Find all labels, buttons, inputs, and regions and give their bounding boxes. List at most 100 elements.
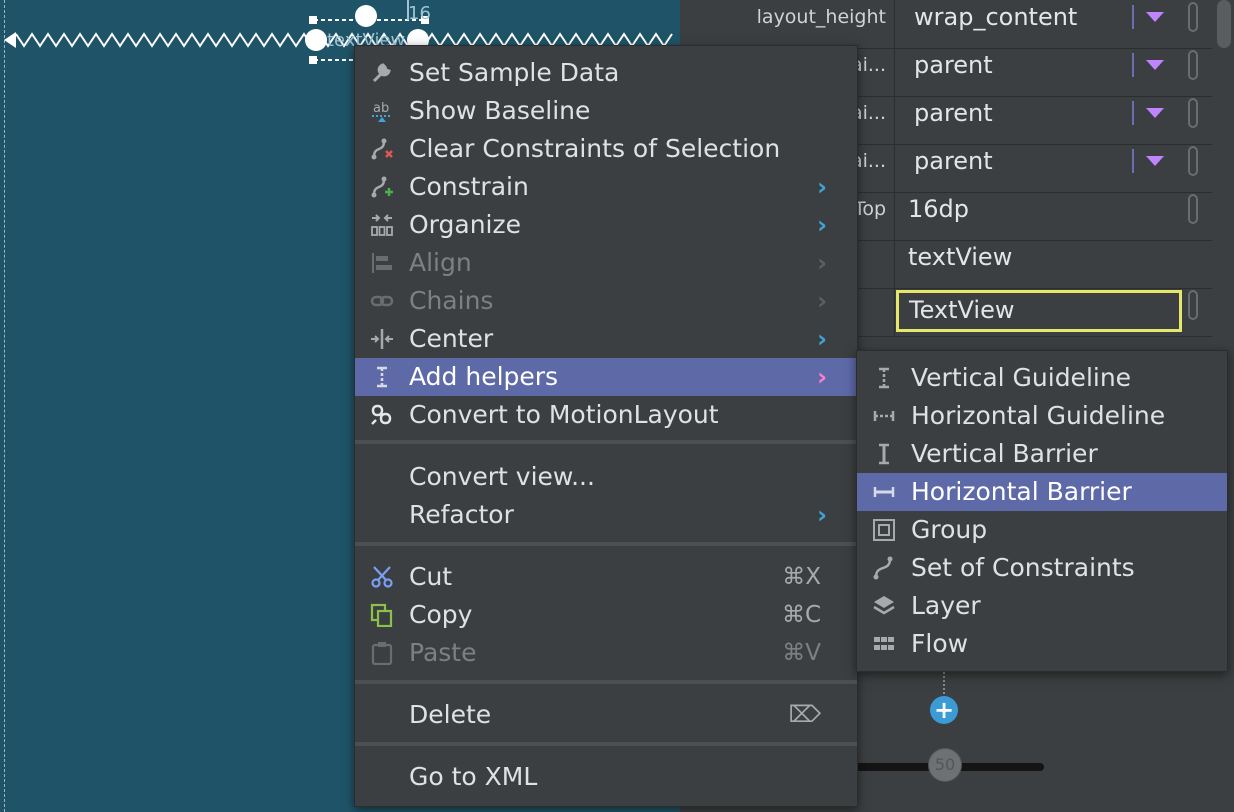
margin-label: 16: [408, 3, 431, 24]
menu-separator: [355, 440, 857, 444]
submenu-item-label: Vertical Barrier: [911, 439, 1098, 468]
menu-item-show-baseline[interactable]: ab Show Baseline: [355, 92, 857, 130]
paste-icon: [367, 640, 397, 666]
menu-item-constrain[interactable]: Constrain ›: [355, 168, 857, 206]
center-icon: [367, 326, 397, 352]
attribute-value[interactable]: textView: [908, 240, 1012, 274]
svg-text:ab: ab: [373, 101, 389, 116]
add-helpers-submenu: Vertical Guideline Horizontal Guideline Ve…: [856, 350, 1228, 672]
dropdown-toggle[interactable]: [1132, 5, 1176, 29]
menu-separator: [355, 542, 857, 546]
attribute-resource-button[interactable]: [1188, 50, 1198, 80]
submenu-item-horizontal-guideline[interactable]: Horizontal Guideline: [857, 397, 1227, 435]
attribute-value[interactable]: parent: [914, 96, 993, 130]
submenu-arrow-icon: ›: [817, 211, 827, 239]
menu-item-copy[interactable]: Copy ⌘C: [355, 596, 857, 634]
menu-item-cut[interactable]: Cut ⌘X: [355, 558, 857, 596]
attribute-resource-button[interactable]: [1188, 194, 1198, 224]
submenu-item-layer[interactable]: Layer: [857, 587, 1227, 625]
flow-icon: [869, 631, 899, 657]
dropdown-toggle[interactable]: [1132, 101, 1176, 125]
attribute-resource-button[interactable]: [1188, 146, 1198, 176]
submenu-item-horizontal-barrier[interactable]: Horizontal Barrier: [857, 473, 1227, 511]
menu-item-center[interactable]: Center ›: [355, 320, 857, 358]
submenu-arrow-icon: ›: [817, 249, 827, 277]
menu-item-label: Show Baseline: [409, 96, 591, 125]
submenu-item-label: Layer: [911, 591, 981, 620]
attribute-row: layout_height wrap_content: [680, 0, 1212, 49]
attribute-divider: [894, 96, 895, 144]
menu-item-refactor[interactable]: Refactor ›: [355, 496, 857, 534]
canvas-left-edge: [4, 0, 5, 812]
submenu-item-label: Horizontal Barrier: [911, 477, 1132, 506]
menu-item-paste: Paste ⌘V: [355, 634, 857, 672]
menu-item-chains: Chains ›: [355, 282, 857, 320]
menu-item-go-to-xml[interactable]: Go to XML: [355, 758, 857, 796]
guideline-icon: [367, 364, 397, 390]
menu-item-convert-to-motionlayout[interactable]: Convert to MotionLayout: [355, 396, 857, 434]
vertical-barrier-icon: [869, 441, 899, 467]
submenu-arrow-icon: ›: [817, 325, 827, 353]
attribute-name: layout_height: [756, 6, 886, 28]
attribute-divider: [894, 192, 895, 240]
attribute-divider: [894, 288, 895, 336]
menu-item-clear-constraints-of-selection[interactable]: Clear Constraints of Selection: [355, 130, 857, 168]
menu-item-set-sample-data[interactable]: Set Sample Data: [355, 54, 857, 92]
submenu-item-label: Flow: [911, 629, 969, 658]
attribute-value[interactable]: parent: [914, 144, 993, 178]
menu-item-label: Constrain: [409, 172, 529, 201]
layer-icon: [869, 593, 899, 619]
submenu-arrow-icon: ›: [817, 363, 827, 391]
bias-slider-knob[interactable]: 50: [928, 748, 962, 782]
attribute-value[interactable]: wrap_content: [914, 0, 1077, 34]
attribute-value[interactable]: 16dp: [908, 192, 969, 226]
dropdown-arrow-icon: [1146, 12, 1164, 22]
attributes-scrollbar[interactable]: [1217, 0, 1231, 48]
menu-item-delete[interactable]: Delete ⌦: [355, 696, 857, 734]
menu-item-label: Center: [409, 324, 494, 353]
menu-item-label: Cut: [409, 562, 453, 591]
submenu-arrow-icon: ›: [817, 173, 827, 201]
menu-item-organize[interactable]: Organize ›: [355, 206, 857, 244]
menu-item-label: Convert view...: [409, 462, 595, 491]
attribute-divider: [894, 144, 895, 192]
menu-item-label: Paste: [409, 638, 477, 667]
menu-item-shortcut: ⌘V: [782, 640, 821, 666]
left-anchor-handle[interactable]: [305, 29, 327, 51]
attribute-text-field[interactable]: TextView: [896, 290, 1182, 332]
wrench-icon: [367, 60, 397, 86]
menu-item-align: Align ›: [355, 244, 857, 282]
chains-icon: [367, 288, 397, 314]
top-anchor-handle[interactable]: [355, 5, 377, 27]
horizontal-barrier-icon: [869, 479, 899, 505]
dropdown-toggle[interactable]: [1132, 53, 1176, 77]
menu-item-label: Convert to MotionLayout: [409, 400, 719, 429]
menu-item-label: Chains: [409, 286, 494, 315]
submenu-item-vertical-guideline[interactable]: Vertical Guideline: [857, 359, 1227, 397]
attribute-value[interactable]: parent: [914, 48, 993, 82]
motion-icon: [367, 402, 397, 428]
menu-item-add-helpers[interactable]: Add helpers ›: [355, 358, 857, 396]
attribute-resource-button[interactable]: [1188, 290, 1198, 320]
scissors-icon: [367, 564, 397, 590]
submenu-item-group[interactable]: Group: [857, 511, 1227, 549]
constraint-set-icon: [869, 555, 899, 581]
attribute-resource-button[interactable]: [1188, 2, 1198, 32]
submenu-item-vertical-barrier[interactable]: Vertical Barrier: [857, 435, 1227, 473]
submenu-item-label: Vertical Guideline: [911, 363, 1132, 392]
submenu-item-label: Group: [911, 515, 988, 544]
attribute-resource-button[interactable]: [1188, 98, 1198, 128]
menu-item-convert-view[interactable]: Convert view...: [355, 458, 857, 496]
organize-icon: [367, 212, 397, 238]
context-menu: Set Sample Data ab Show Baseline Clear Cons…: [354, 45, 858, 807]
submenu-item-flow[interactable]: Flow: [857, 625, 1227, 663]
attribute-divider: [894, 48, 895, 96]
menu-item-label: Clear Constraints of Selection: [409, 134, 781, 163]
baseline-icon: ab: [367, 98, 397, 124]
add-constraint-button[interactable]: +: [930, 696, 958, 724]
dropdown-toggle[interactable]: [1132, 149, 1176, 173]
group-icon: [869, 517, 899, 543]
submenu-item-set-of-constraints[interactable]: Set of Constraints: [857, 549, 1227, 587]
menu-item-label: Align: [409, 248, 472, 277]
submenu-arrow-icon: ›: [817, 501, 827, 529]
